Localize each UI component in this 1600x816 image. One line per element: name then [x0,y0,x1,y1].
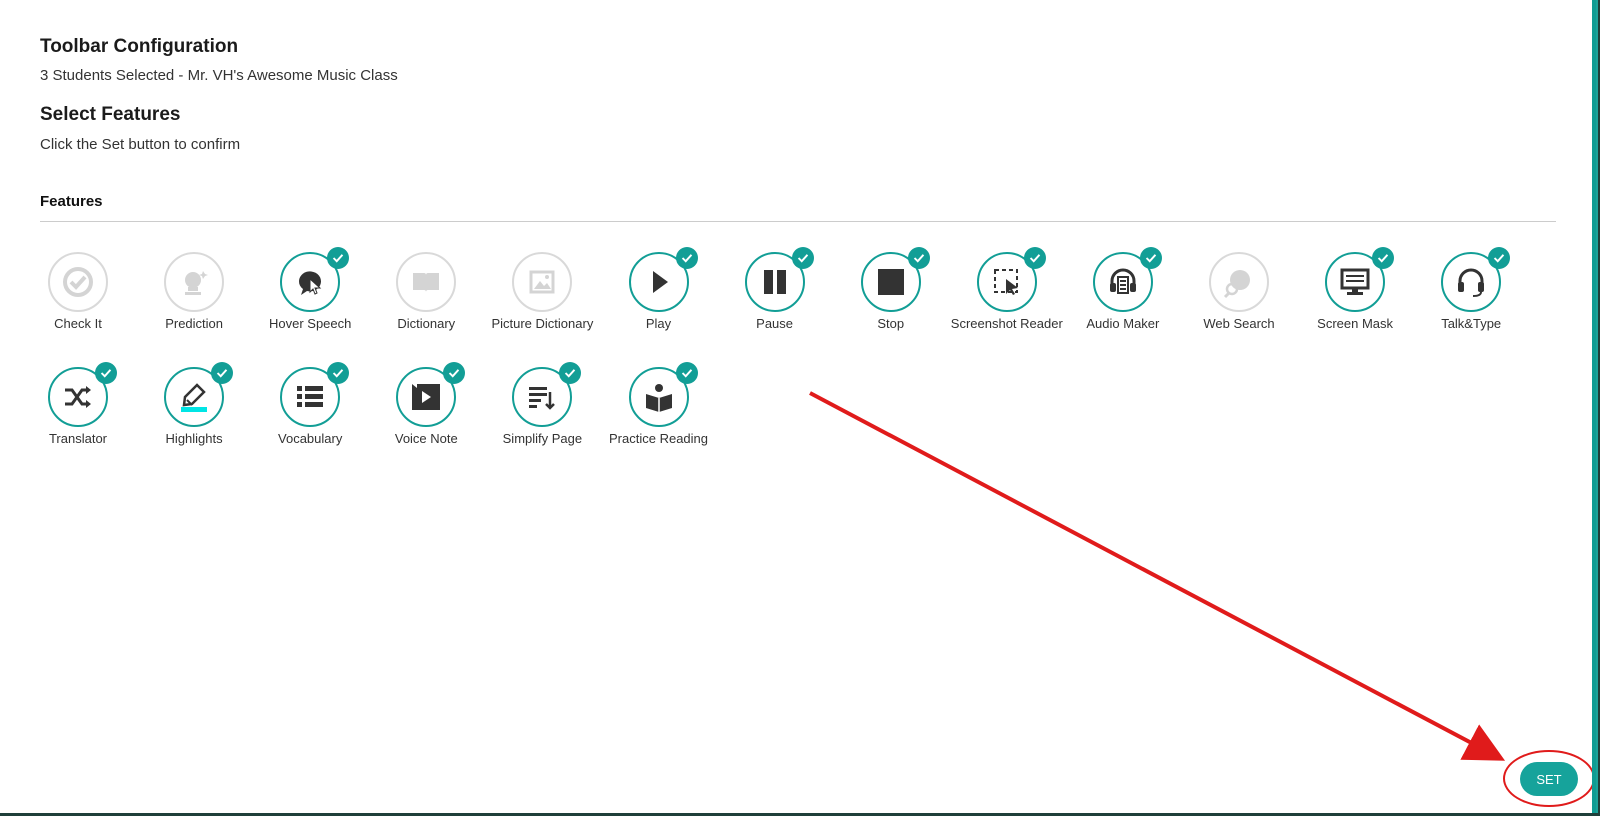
scrollbar[interactable] [1592,0,1596,813]
toolbar-config-page: Toolbar Configuration 3 Students Selecte… [0,0,1598,813]
annotation-arrow [809,391,1506,761]
set-button[interactable]: SET [1520,762,1578,796]
